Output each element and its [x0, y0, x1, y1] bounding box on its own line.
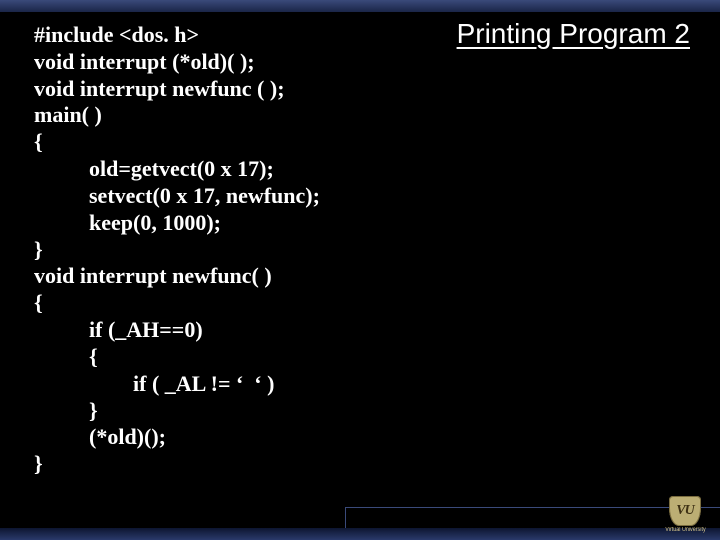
code-line: {	[34, 290, 43, 315]
code-line: setvect(0 x 17, newfunc);	[34, 183, 320, 208]
logo-caption: Virtual University	[665, 527, 705, 533]
logo-shield-icon: VU	[669, 496, 701, 526]
bottom-accent-bar	[0, 528, 720, 540]
code-line: if (_AH==0)	[34, 317, 203, 342]
slide-title: Printing Program 2	[457, 18, 690, 50]
code-line: if ( _AL != ‘ ‘ )	[34, 371, 274, 396]
code-line: void interrupt newfunc ( );	[34, 76, 285, 101]
code-line: main( )	[34, 102, 102, 127]
top-accent-bar	[0, 0, 720, 12]
code-line: {	[34, 344, 98, 369]
code-line: }	[34, 451, 43, 476]
code-line: void interrupt (*old)( );	[34, 49, 255, 74]
code-line: keep(0, 1000);	[34, 210, 221, 235]
slide: Printing Program 2 #include <dos. h> voi…	[0, 0, 720, 540]
code-block: #include <dos. h> void interrupt (*old)(…	[34, 22, 394, 478]
code-line: {	[34, 129, 43, 154]
code-line: (*old)();	[34, 424, 166, 449]
code-line: }	[34, 398, 98, 423]
code-line: #include <dos. h>	[34, 22, 199, 47]
code-line: }	[34, 237, 43, 262]
code-line: void interrupt newfunc( )	[34, 263, 272, 288]
logo: VU Virtual University	[656, 492, 714, 536]
code-line: old=getvect(0 x 17);	[34, 156, 274, 181]
logo-initials: VU	[676, 503, 693, 519]
